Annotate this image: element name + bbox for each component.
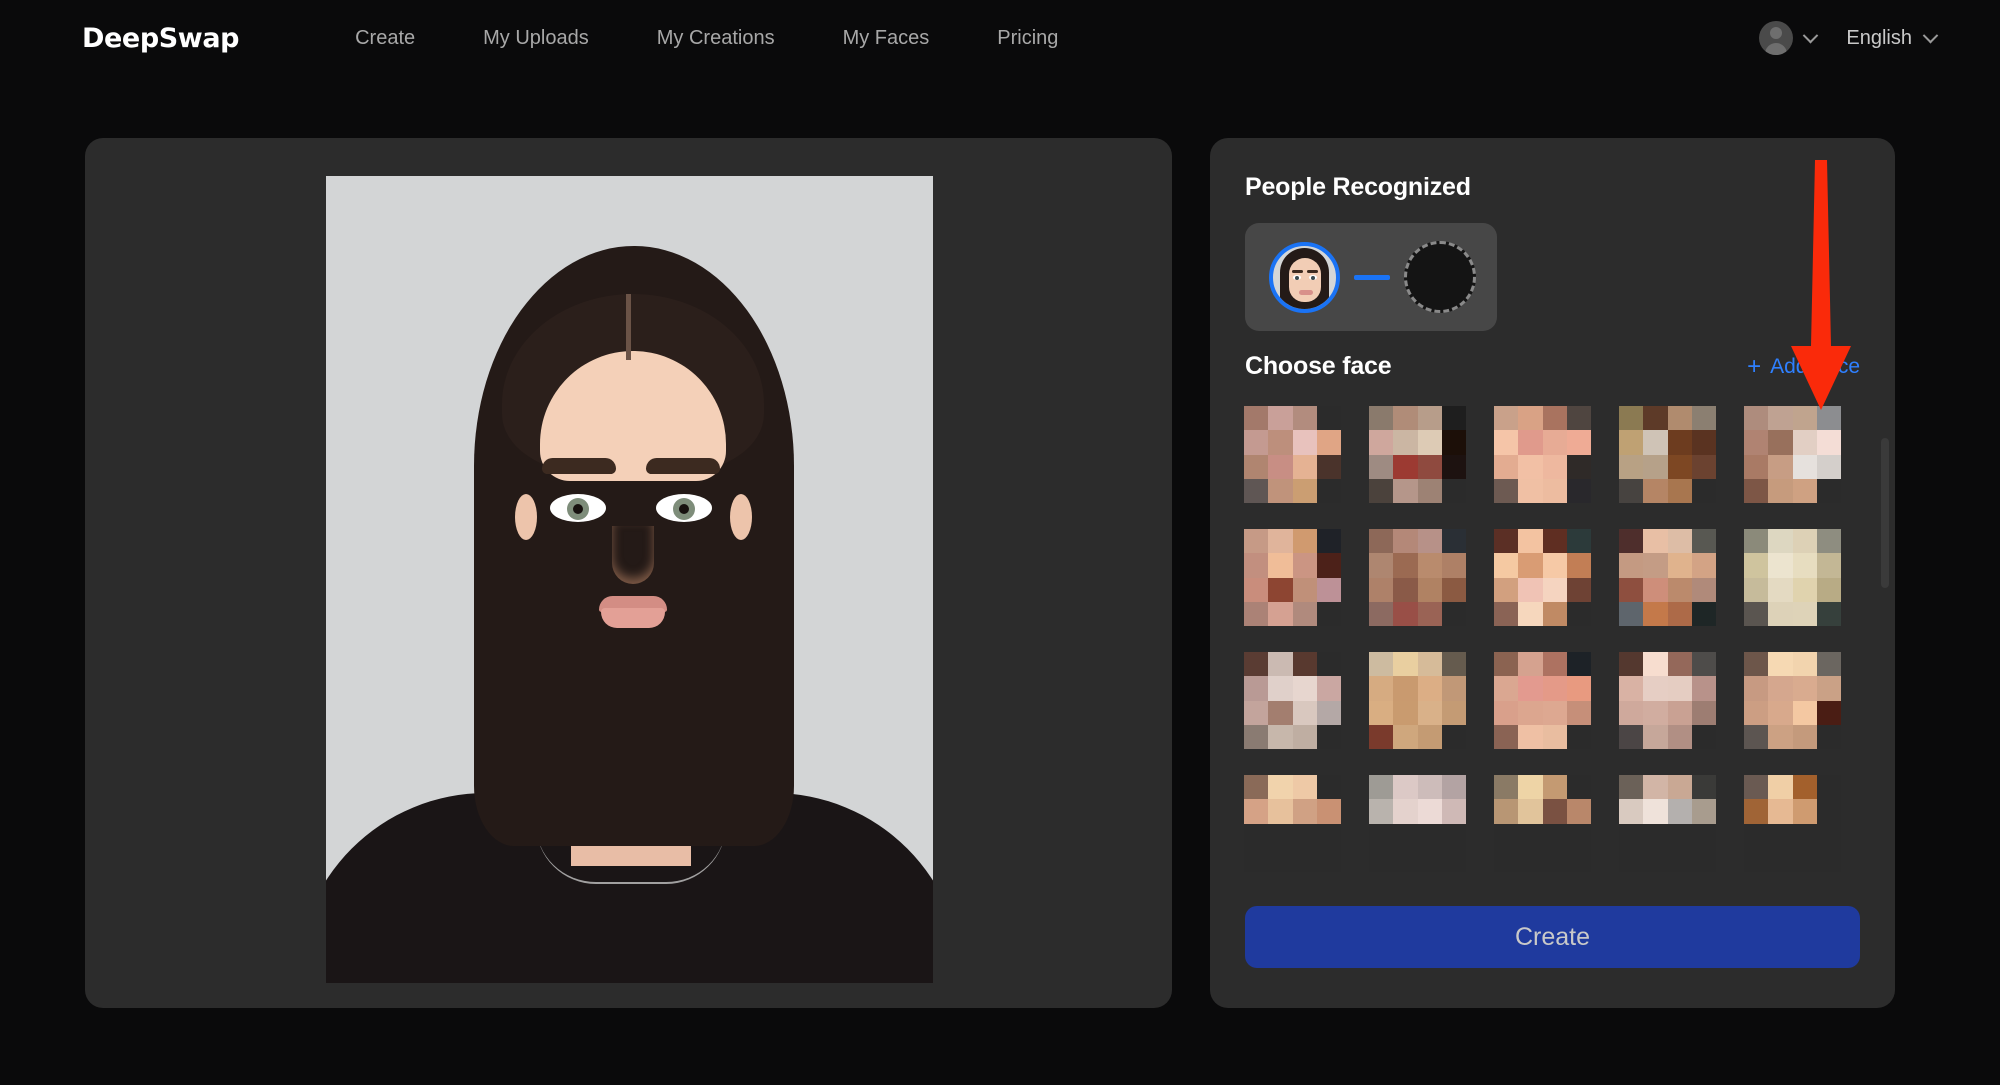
user-avatar-icon xyxy=(1759,21,1794,55)
face-thumbnail-mosaic xyxy=(1619,652,1716,749)
face-tile[interactable] xyxy=(1619,652,1716,749)
portrait-eyebrow-right xyxy=(646,458,720,474)
main-navigation: Create My Uploads My Creations My Faces … xyxy=(355,27,1092,50)
faces-grid-scroll-area[interactable] xyxy=(1232,406,1873,946)
thumb-lips xyxy=(1299,289,1313,295)
chevron-down-icon xyxy=(1803,27,1819,43)
brand-logo-deep: Deep xyxy=(82,22,159,54)
face-thumbnail-mosaic xyxy=(1369,529,1466,626)
language-label: English xyxy=(1846,26,1912,49)
chevron-down-icon xyxy=(1922,27,1939,43)
brand-logo-swap: Swap xyxy=(158,22,240,54)
face-thumbnail-mosaic xyxy=(1244,652,1341,749)
face-tile[interactable] xyxy=(1369,406,1466,503)
portrait-ear-left xyxy=(515,494,537,540)
face-tile[interactable] xyxy=(1744,652,1841,749)
face-tile[interactable] xyxy=(1619,529,1716,626)
portrait-ear-right xyxy=(730,494,752,540)
face-tile[interactable] xyxy=(1744,775,1841,872)
choose-face-row: Choose face + Add Face xyxy=(1245,352,1860,381)
face-tile[interactable] xyxy=(1244,529,1341,626)
face-thumbnail-mosaic xyxy=(1244,529,1341,626)
face-tile[interactable] xyxy=(1744,406,1841,503)
create-button[interactable]: Create xyxy=(1245,906,1860,968)
arrow-right-icon xyxy=(1354,274,1390,280)
add-face-button[interactable]: + Add Face xyxy=(1747,352,1860,380)
nav-item-my-faces[interactable]: My Faces xyxy=(809,27,964,50)
nav-item-my-uploads[interactable]: My Uploads xyxy=(449,27,623,50)
faces-grid xyxy=(1232,406,1873,872)
face-thumbnail-mosaic xyxy=(1244,775,1341,872)
portrait-lower-lip xyxy=(601,608,665,628)
thumb-eyebrow-right xyxy=(1307,269,1318,273)
empty-target-face-slot[interactable] xyxy=(1404,241,1476,313)
face-thumbnail-mosaic xyxy=(1744,406,1841,503)
portrait-pupil-left xyxy=(573,504,583,514)
uploaded-portrait-photo[interactable] xyxy=(326,176,933,983)
add-face-label: Add Face xyxy=(1770,354,1860,378)
detected-face-thumbnail[interactable] xyxy=(1269,241,1340,313)
brand-logo[interactable]: DeepSwap xyxy=(82,22,240,54)
face-thumbnail-mosaic xyxy=(1744,652,1841,749)
face-tile[interactable] xyxy=(1369,652,1466,749)
thumb-eyebrow-left xyxy=(1292,269,1303,273)
nav-item-my-creations[interactable]: My Creations xyxy=(623,27,809,50)
portrait-hair-part xyxy=(626,294,631,360)
face-tile[interactable] xyxy=(1494,775,1591,872)
face-tile[interactable] xyxy=(1619,775,1716,872)
face-tile[interactable] xyxy=(1369,529,1466,626)
face-thumbnail-mosaic xyxy=(1744,775,1841,872)
face-thumbnail-mosaic xyxy=(1619,529,1716,626)
face-tile[interactable] xyxy=(1619,406,1716,503)
face-thumbnail-mosaic xyxy=(1244,406,1341,503)
main-content: People Recognized Choose face + Add Face xyxy=(0,138,2000,1018)
face-thumbnail-mosaic xyxy=(1494,652,1591,749)
nav-item-create[interactable]: Create xyxy=(355,27,449,50)
header-right-controls: English xyxy=(1759,0,1939,76)
face-thumbnail-mosaic xyxy=(1369,775,1466,872)
face-thumbnail-mosaic xyxy=(1369,406,1466,503)
face-swap-panel: People Recognized Choose face + Add Face xyxy=(1210,138,1895,1008)
plus-icon: + xyxy=(1747,352,1762,380)
face-thumbnail-mosaic xyxy=(1369,652,1466,749)
nav-item-pricing[interactable]: Pricing xyxy=(963,27,1092,50)
face-tile[interactable] xyxy=(1244,652,1341,749)
account-menu[interactable] xyxy=(1759,21,1819,55)
top-header: DeepSwap Create My Uploads My Creations … xyxy=(0,0,2000,76)
face-thumbnail-mosaic xyxy=(1619,775,1716,872)
preview-panel xyxy=(85,138,1172,1008)
faces-grid-scrollbar[interactable] xyxy=(1881,438,1889,588)
thumb-pupil-left xyxy=(1295,275,1299,280)
choose-face-label: Choose face xyxy=(1245,352,1392,380)
face-thumbnail-mosaic xyxy=(1494,775,1591,872)
language-selector[interactable]: English xyxy=(1846,26,1939,50)
people-recognized-card xyxy=(1245,223,1497,331)
face-thumbnail-mosaic xyxy=(1494,529,1591,626)
face-thumbnail-mosaic xyxy=(1494,406,1591,503)
face-thumbnail-mosaic xyxy=(1619,406,1716,503)
face-tile[interactable] xyxy=(1494,406,1591,503)
portrait-eyebrow-left xyxy=(542,458,616,474)
face-thumbnail-mosaic xyxy=(1744,529,1841,626)
thumb-face xyxy=(1289,257,1321,302)
face-tile[interactable] xyxy=(1494,529,1591,626)
face-tile[interactable] xyxy=(1369,775,1466,872)
portrait-pupil-right xyxy=(679,504,689,514)
portrait-nose xyxy=(612,526,654,584)
thumb-pupil-right xyxy=(1311,275,1315,280)
face-tile[interactable] xyxy=(1744,529,1841,626)
people-recognized-title: People Recognized xyxy=(1245,173,1471,201)
face-tile[interactable] xyxy=(1494,652,1591,749)
face-tile[interactable] xyxy=(1244,406,1341,503)
face-tile[interactable] xyxy=(1244,775,1341,872)
